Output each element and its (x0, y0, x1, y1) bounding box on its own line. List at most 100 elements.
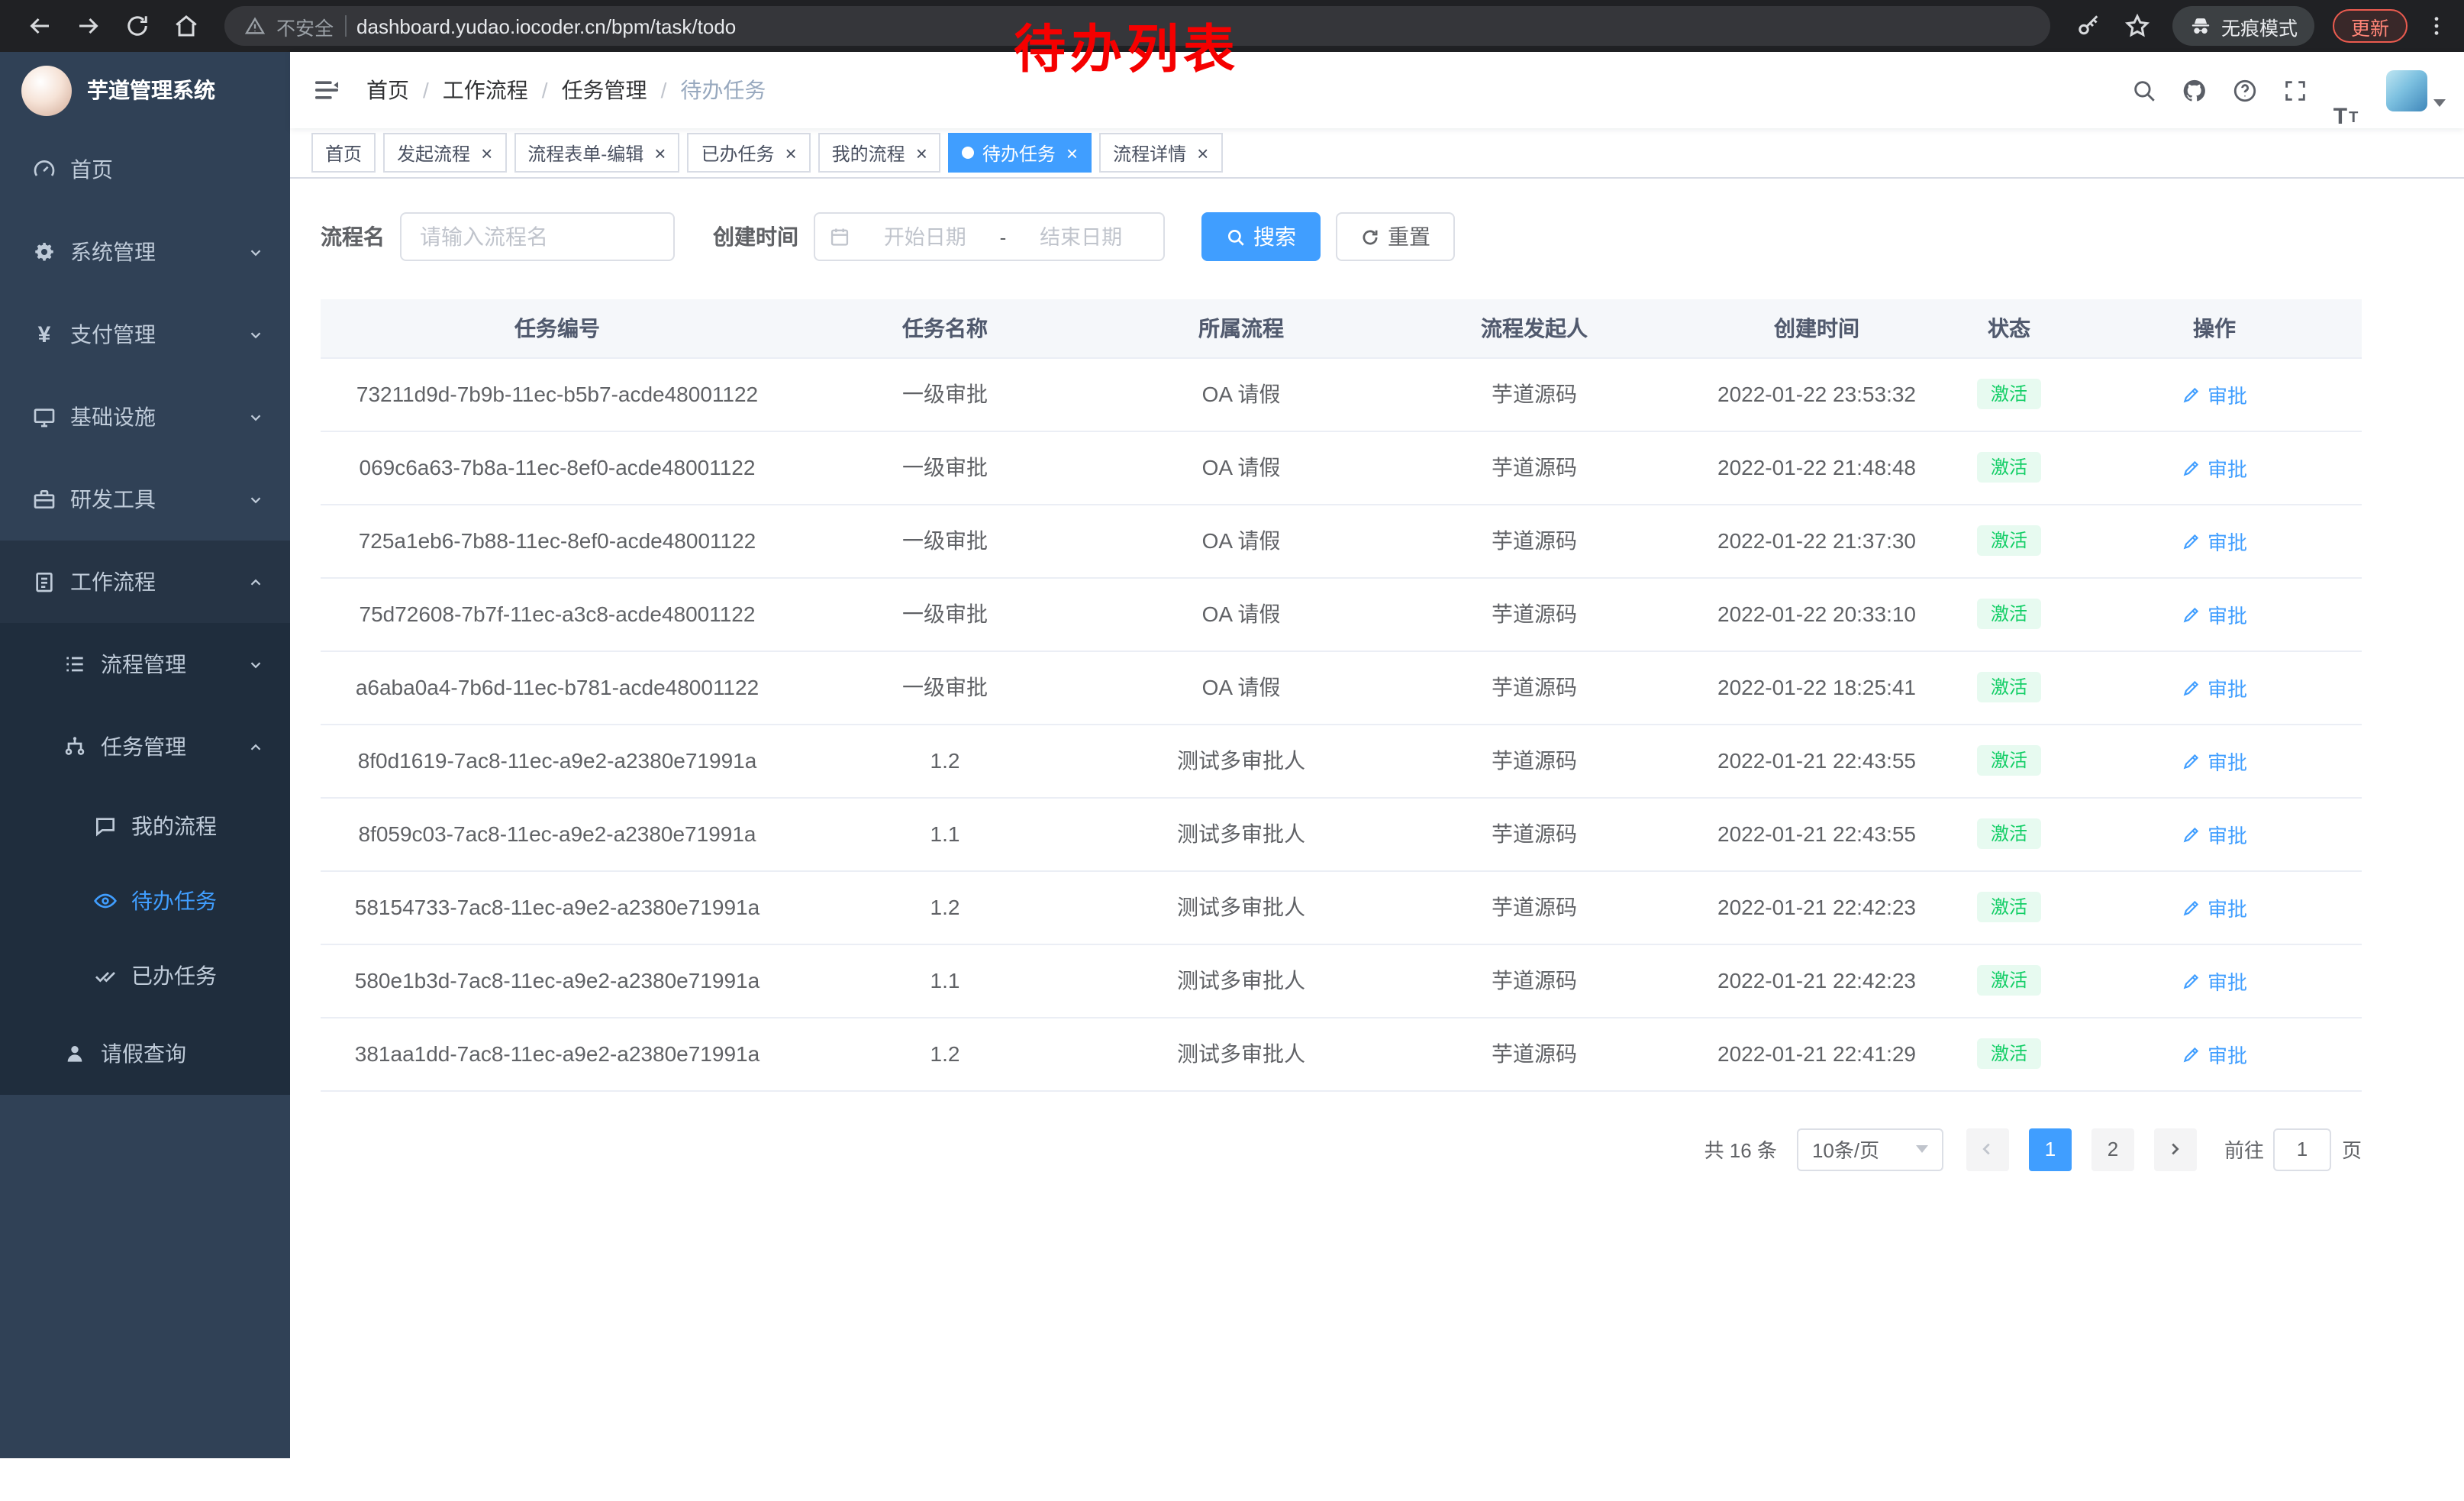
approve-link[interactable]: 审批 (2182, 673, 2247, 702)
approve-link[interactable]: 审批 (2182, 819, 2247, 848)
table-row: a6aba0a4-7b6d-11ec-b781-acde48001122 一级审… (321, 650, 2362, 724)
chevron-down-icon (247, 244, 264, 260)
goto-label: 前往 (2224, 1135, 2264, 1164)
approve-link[interactable]: 审批 (2182, 599, 2247, 628)
close-icon[interactable]: × (1066, 143, 1078, 163)
bookmark-star-icon[interactable] (2124, 12, 2151, 40)
sidebar-item-infrastructure[interactable]: 基础设施 (0, 376, 290, 458)
user-avatar-menu[interactable] (2386, 69, 2446, 111)
breadcrumb: 首页 / 工作流程 / 任务管理 / 待办任务 (366, 75, 766, 105)
tab-my-process[interactable]: 我的流程× (818, 133, 941, 173)
process-name-input[interactable] (400, 212, 675, 261)
end-date-input[interactable] (1012, 225, 1150, 248)
breadcrumb-workflow[interactable]: 工作流程 (443, 75, 528, 105)
sidebar-item-devtools[interactable]: 研发工具 (0, 458, 290, 541)
edit-icon (2182, 531, 2201, 550)
incognito-badge: 无痕模式 (2172, 6, 2314, 46)
close-icon[interactable]: × (481, 143, 492, 163)
start-date-input[interactable] (856, 225, 994, 248)
search-icon (1226, 227, 1246, 247)
prev-page-button[interactable] (1966, 1128, 2009, 1170)
incognito-label: 无痕模式 (2221, 11, 2298, 40)
range-separator: - (1000, 225, 1007, 248)
next-page-button[interactable] (2154, 1128, 2197, 1170)
edit-icon (2182, 1044, 2201, 1064)
col-created: 创建时间 (1682, 299, 1951, 357)
monitor-icon (32, 405, 56, 429)
list-icon (63, 652, 87, 676)
sidebar-item-leave-query[interactable]: 请假查询 (0, 1012, 290, 1095)
chevron-down-icon (1916, 1145, 1928, 1153)
sidebar-item-todo-tasks[interactable]: 待办任务 (0, 863, 290, 938)
tab-done-tasks[interactable]: 已办任务× (687, 133, 810, 173)
page-size-select[interactable]: 10条/页 (1797, 1128, 1943, 1170)
col-action: 操作 (2067, 299, 2362, 357)
approve-link[interactable]: 审批 (2182, 893, 2247, 922)
breadcrumb-home[interactable]: 首页 (366, 75, 409, 105)
home-button[interactable] (173, 12, 200, 40)
sidebar-item-my-process[interactable]: 我的流程 (0, 788, 290, 863)
edit-icon (2182, 457, 2201, 477)
tab-process-form-edit[interactable]: 流程表单-编辑× (514, 133, 679, 173)
sidebar-item-task-mgmt[interactable]: 任务管理 (0, 705, 290, 788)
sidebar-item-payment[interactable]: ¥ 支付管理 (0, 293, 290, 376)
reset-button[interactable]: 重置 (1336, 212, 1455, 261)
refresh-button[interactable] (124, 12, 151, 40)
refresh-icon (1360, 227, 1380, 247)
key-icon[interactable] (2075, 12, 2102, 40)
update-button[interactable]: 更新 (2333, 9, 2408, 43)
sidebar: 芋道管理系统 首页 系统管理 ¥ 支付管理 基础设施 (0, 52, 290, 1458)
edit-icon (2182, 750, 2201, 770)
close-icon[interactable]: × (1197, 143, 1208, 163)
approve-link[interactable]: 审批 (2182, 746, 2247, 775)
browser-menu-button[interactable] (2424, 14, 2449, 38)
fullscreen-button[interactable] (2270, 52, 2320, 128)
edit-icon (2182, 824, 2201, 844)
chevron-up-icon (247, 738, 264, 755)
approve-link[interactable]: 审批 (2182, 526, 2247, 555)
sidebar-item-workflow[interactable]: 工作流程 (0, 541, 290, 623)
approve-link[interactable]: 审批 (2182, 966, 2247, 995)
tab-start-process[interactable]: 发起流程× (383, 133, 506, 173)
help-button[interactable] (2220, 52, 2270, 128)
edit-icon (2182, 677, 2201, 697)
tab-home[interactable]: 首页 (311, 133, 376, 173)
approve-link[interactable]: 审批 (2182, 379, 2247, 408)
close-icon[interactable]: × (916, 143, 927, 163)
tab-process-detail[interactable]: 流程详情× (1099, 133, 1222, 173)
logo-image (21, 65, 72, 115)
sidebar-item-system[interactable]: 系统管理 (0, 211, 290, 293)
approve-link[interactable]: 审批 (2182, 1039, 2247, 1068)
sidebar-item-home[interactable]: 首页 (0, 128, 290, 211)
github-button[interactable] (2169, 52, 2220, 128)
chat-icon (93, 813, 118, 838)
font-size-button[interactable]: TT (2320, 52, 2371, 128)
page-2-button[interactable]: 2 (2091, 1128, 2134, 1170)
caret-down-icon (2433, 98, 2446, 106)
close-icon[interactable]: × (785, 143, 796, 163)
sidebar-item-process-mgmt[interactable]: 流程管理 (0, 623, 290, 705)
sidebar-collapse-button[interactable] (290, 52, 363, 128)
avatar (2386, 69, 2427, 111)
back-button[interactable] (26, 12, 53, 40)
chevron-up-icon (247, 573, 264, 590)
filter-bar: 流程名 创建时间 - 搜索 (321, 212, 2464, 261)
forward-button[interactable] (75, 12, 102, 40)
not-secure-warning-icon[interactable] (244, 15, 266, 37)
url-text: dashboard.yudao.iocoder.cn/bpm/task/todo (356, 15, 736, 37)
status-badge: 激活 (1977, 672, 2041, 702)
sidebar-item-done-tasks[interactable]: 已办任务 (0, 938, 290, 1012)
close-icon[interactable]: × (654, 143, 666, 163)
chevron-down-icon (247, 408, 264, 425)
tab-todo-tasks[interactable]: 待办任务× (949, 133, 1092, 173)
approve-link[interactable]: 审批 (2182, 453, 2247, 482)
page-1-button[interactable]: 1 (2029, 1128, 2072, 1170)
eye-icon (93, 888, 118, 912)
chevron-down-icon (247, 656, 264, 673)
search-submit-button[interactable]: 搜索 (1201, 212, 1321, 261)
breadcrumb-task-mgmt[interactable]: 任务管理 (562, 75, 647, 105)
goto-page-input[interactable] (2273, 1128, 2331, 1170)
date-range-picker[interactable]: - (814, 212, 1165, 261)
search-button[interactable] (2119, 52, 2169, 128)
gear-icon (32, 240, 56, 264)
